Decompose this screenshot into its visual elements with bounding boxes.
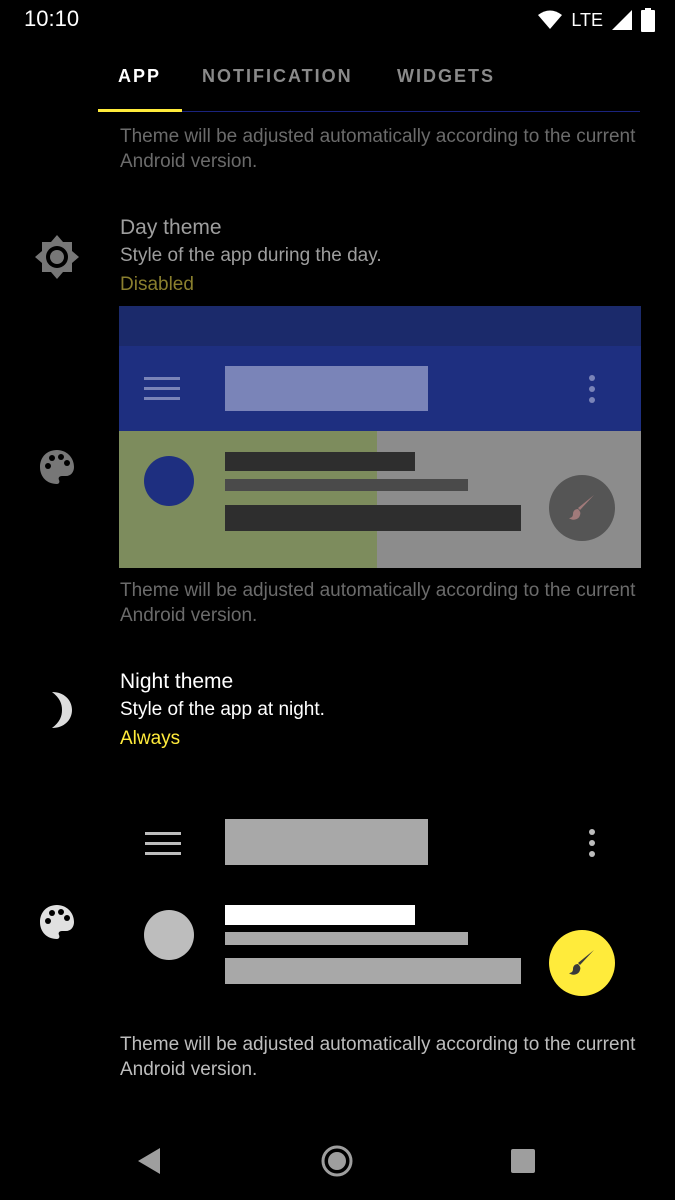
battery-icon [641, 8, 655, 32]
tab-indicator [98, 109, 182, 112]
theme-note-middle: Theme will be adjusted automatically acc… [120, 580, 636, 626]
preview-fab [549, 475, 615, 541]
home-icon[interactable] [321, 1145, 353, 1177]
preview-content [119, 431, 641, 568]
recents-icon[interactable] [510, 1148, 536, 1174]
brightness-icon [35, 235, 79, 279]
signal-icon [612, 10, 632, 30]
preview-fab [549, 930, 615, 996]
preview-avatar [144, 910, 194, 960]
tab-widgets[interactable]: WIDGETS [397, 66, 495, 87]
theme-note-top: Theme will be adjusted automatically acc… [120, 126, 636, 172]
preview-line-3 [225, 958, 521, 984]
brush-icon [569, 495, 594, 520]
preview-line-2 [225, 932, 468, 945]
night-theme-preview[interactable] [119, 790, 641, 1010]
preview-status-bar [119, 306, 641, 346]
palette-icon[interactable] [38, 448, 76, 486]
night-theme-subtitle: Style of the app at night. [120, 699, 325, 720]
day-theme-preview[interactable] [119, 306, 641, 568]
network-type: LTE [571, 9, 603, 30]
navigation-bar [0, 1120, 675, 1200]
day-theme-subtitle: Style of the app during the day. [120, 245, 382, 266]
back-icon[interactable] [136, 1147, 162, 1175]
preview-line-1 [225, 905, 415, 925]
status-bar: 10:10 LTE [0, 0, 675, 40]
moon-icon [52, 692, 72, 728]
tab-app[interactable]: APP [118, 66, 161, 87]
menu-icon [145, 832, 181, 855]
tab-bar: APP NOTIFICATION WIDGETS [98, 56, 640, 112]
preview-line-2 [225, 479, 468, 491]
night-theme-value: Always [120, 728, 181, 749]
preview-line-3 [225, 505, 521, 531]
preview-title-placeholder [225, 819, 428, 865]
wifi-icon [538, 10, 563, 29]
theme-note-bottom: Theme will be adjusted automatically acc… [120, 1034, 636, 1080]
preview-title-placeholder [225, 366, 428, 411]
tab-notification[interactable]: NOTIFICATION [202, 66, 353, 87]
more-vert-icon [589, 375, 595, 403]
preview-line-1 [225, 452, 415, 471]
preview-toolbar [119, 346, 641, 431]
brush-icon [569, 950, 594, 975]
menu-icon [144, 377, 180, 400]
palette-icon[interactable] [38, 903, 76, 941]
status-icons: LTE [537, 8, 655, 32]
preview-avatar [144, 456, 194, 506]
day-theme-value: Disabled [120, 274, 194, 295]
night-theme-title: Night theme [120, 670, 234, 693]
day-theme-title: Day theme [120, 216, 222, 239]
more-vert-icon [589, 829, 595, 857]
status-time: 10:10 [24, 6, 80, 31]
